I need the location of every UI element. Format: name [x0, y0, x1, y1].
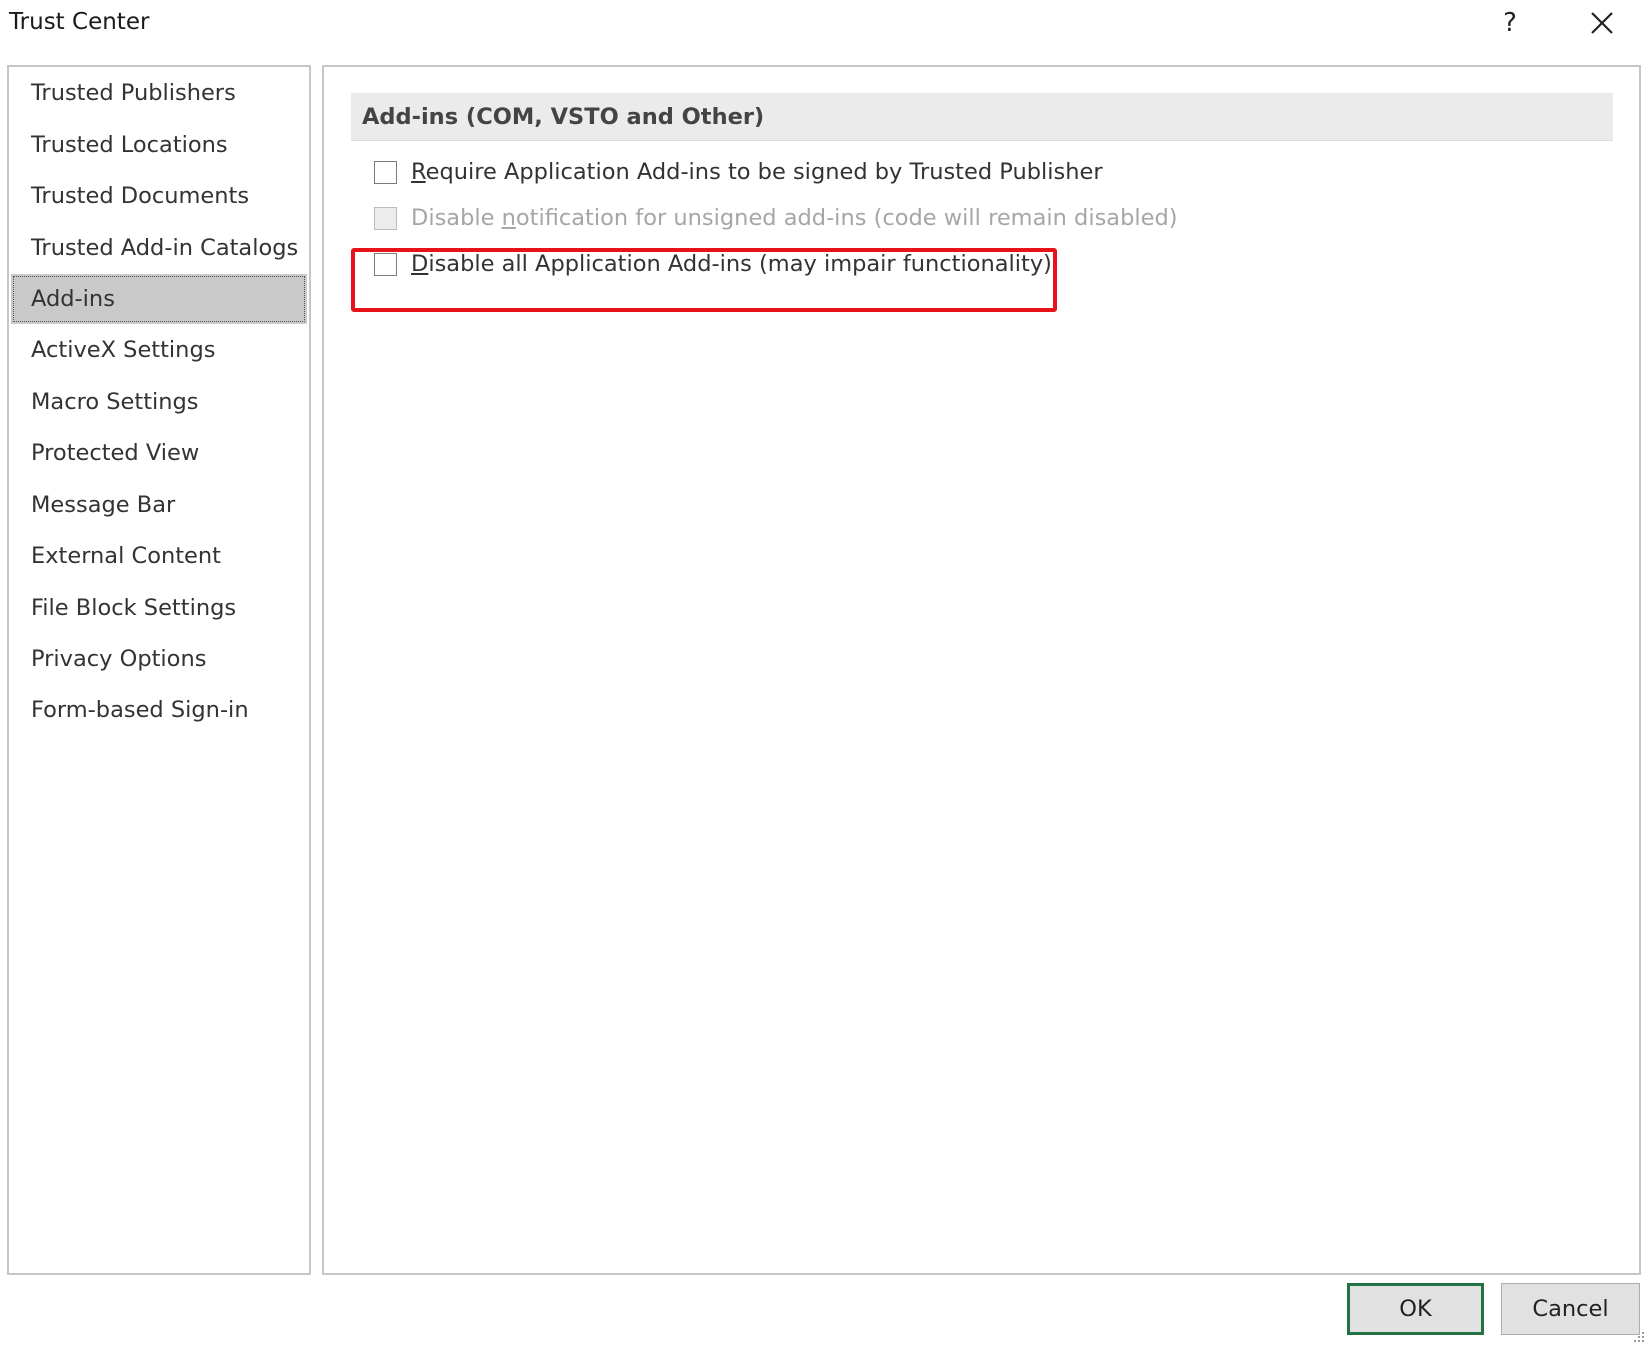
- section-title: Add-ins (COM, VSTO and Other): [362, 104, 765, 130]
- require-signed-add-ins-label[interactable]: Require Application Add-ins to be signed…: [411, 159, 1103, 185]
- title-bar: Trust Center ?: [0, 0, 1648, 48]
- category-nav: Trusted Publishers Trusted Locations Tru…: [7, 65, 311, 1275]
- nav-item-privacy-options[interactable]: Privacy Options: [11, 634, 307, 684]
- label-text: equire Application Add-ins to be signed …: [425, 159, 1103, 185]
- trust-center-dialog: Trust Center ? Trusted Publishers Truste…: [0, 0, 1648, 1346]
- nav-item-trusted-documents[interactable]: Trusted Documents: [11, 171, 307, 221]
- disable-notification-label: Disable notification for unsigned add-in…: [411, 205, 1178, 231]
- help-button[interactable]: ?: [1470, 0, 1550, 46]
- close-button[interactable]: [1562, 0, 1642, 46]
- nav-item-add-ins[interactable]: Add-ins: [11, 274, 307, 324]
- resize-grip-icon[interactable]: [1630, 1328, 1646, 1344]
- nav-item-external-content[interactable]: External Content: [11, 531, 307, 581]
- ok-button[interactable]: OK: [1347, 1283, 1484, 1335]
- disable-notification-checkbox: [374, 206, 397, 230]
- disable-all-add-ins-option[interactable]: Disable all Application Add-ins (may imp…: [374, 248, 1052, 280]
- close-icon: [1591, 12, 1613, 34]
- label-text: otification for unsigned add-ins (code w…: [515, 205, 1178, 231]
- require-signed-add-ins-option[interactable]: Require Application Add-ins to be signed…: [374, 156, 1103, 188]
- nav-item-message-bar[interactable]: Message Bar: [11, 480, 307, 530]
- require-signed-add-ins-checkbox[interactable]: [374, 160, 397, 184]
- accelerator-key: D: [411, 251, 429, 277]
- nav-item-macro-settings[interactable]: Macro Settings: [11, 377, 307, 427]
- disable-all-add-ins-checkbox[interactable]: [374, 252, 397, 276]
- cancel-button[interactable]: Cancel: [1501, 1283, 1640, 1335]
- nav-item-activex-settings[interactable]: ActiveX Settings: [11, 325, 307, 375]
- nav-item-trusted-locations[interactable]: Trusted Locations: [11, 120, 307, 170]
- section-header: Add-ins (COM, VSTO and Other): [351, 93, 1613, 141]
- label-text: isable all Application Add-ins (may impa…: [428, 251, 1052, 277]
- nav-item-form-based-sign-in[interactable]: Form-based Sign-in: [11, 685, 307, 735]
- disable-all-add-ins-label[interactable]: Disable all Application Add-ins (may imp…: [411, 251, 1052, 277]
- nav-item-trusted-publishers[interactable]: Trusted Publishers: [11, 68, 307, 118]
- nav-item-file-block-settings[interactable]: File Block Settings: [11, 583, 307, 633]
- disable-notification-option: Disable notification for unsigned add-in…: [374, 202, 1178, 234]
- nav-item-protected-view[interactable]: Protected View: [11, 428, 307, 478]
- settings-panel: Add-ins (COM, VSTO and Other) Require Ap…: [322, 65, 1641, 1275]
- accelerator-key: n: [501, 205, 516, 231]
- window-title: Trust Center: [9, 9, 150, 35]
- nav-item-trusted-add-in-catalogs[interactable]: Trusted Add-in Catalogs: [11, 223, 307, 273]
- accelerator-key: R: [411, 159, 426, 185]
- label-prefix: Disable: [411, 205, 502, 231]
